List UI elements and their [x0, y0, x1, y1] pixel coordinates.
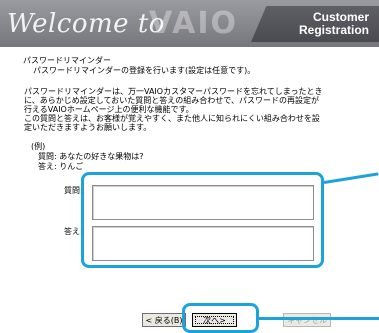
vaio-logo: VAIO	[149, 6, 239, 41]
welcome-text: Welcome to	[7, 9, 165, 39]
section-title: パスワードリマインダー	[23, 56, 111, 65]
banner-title: Customer Registration	[299, 11, 369, 37]
example-question: 質問: あなたの好きな果物は?	[38, 152, 144, 161]
answer-label: 答え:	[64, 227, 83, 236]
back-button[interactable]: < 戻る(B)	[142, 313, 186, 327]
question-label: 質問:	[64, 186, 83, 195]
highlight-pointer	[323, 172, 379, 184]
banner-title-line2: Registration	[298, 23, 369, 37]
form-highlight	[81, 172, 324, 268]
next-highlight	[182, 303, 259, 333]
cancel-button[interactable]: キャンセル	[283, 313, 331, 327]
next-pointer	[259, 317, 379, 320]
section-intro: パスワードリマインダーの登録を行います(設定は任意です)。	[33, 66, 256, 75]
header-banner: Welcome to VAIO Customer Registration	[0, 0, 379, 47]
example-answer: 答え: りんご	[38, 162, 84, 171]
description-line-5: 定いただきますようお願いします。	[24, 123, 152, 132]
example-title: (例)	[31, 142, 46, 151]
